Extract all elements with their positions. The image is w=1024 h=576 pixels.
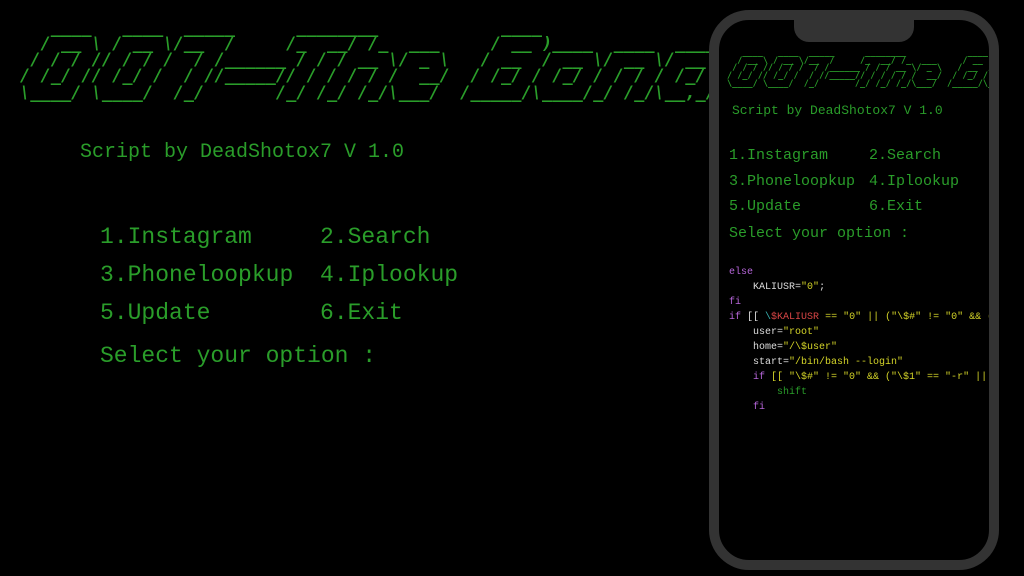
code-string: "root": [783, 327, 819, 338]
phone-notch: [794, 20, 914, 42]
menu-row: 5.Update 6.Exit: [729, 194, 981, 220]
menu-item-instagram[interactable]: 1.Instagram: [729, 143, 869, 169]
phone-ascii-banner: ____ ____ _____ ________ ____ __ / __ \ …: [727, 50, 981, 88]
phone-screen: ____ ____ _____ ________ ____ __ / __ \ …: [719, 20, 989, 560]
menu-item-phonelookup[interactable]: 3.Phoneloopkup: [729, 169, 869, 195]
menu-item-phonelookup[interactable]: 3.Phoneloopkup: [100, 257, 320, 295]
menu-item-iplookup[interactable]: 4.Iplookup: [869, 169, 959, 195]
script-author-line: Script by DeadShotox7 V 1.0: [80, 141, 700, 164]
menu-row: 3.Phoneloopkup 4.Iplookup: [100, 257, 700, 295]
phone-code-block: else KALIUSR="0"; fi if [[ \$KALIUSR == …: [729, 250, 981, 430]
code-keyword: shift: [777, 387, 807, 398]
menu-item-instagram[interactable]: 1.Instagram: [100, 219, 320, 257]
menu-item-update[interactable]: 5.Update: [729, 194, 869, 220]
menu-item-search[interactable]: 2.Search: [320, 219, 700, 257]
phone-script-author-line: Script by DeadShotox7 V 1.0: [732, 103, 981, 118]
menu-row: 1.Instagram 2.Search: [100, 219, 700, 257]
code-keyword: else: [729, 267, 753, 278]
code-keyword: if: [729, 312, 741, 323]
phone-mockup: ____ ____ _____ ________ ____ __ / __ \ …: [709, 10, 999, 570]
menu-item-search[interactable]: 2.Search: [869, 143, 941, 169]
menu: 1.Instagram 2.Search 3.Phoneloopkup 4.Ip…: [100, 219, 700, 333]
menu-item-iplookup[interactable]: 4.Iplookup: [320, 257, 700, 295]
code-keyword: if: [753, 372, 765, 383]
code-var: KALIUSR: [753, 282, 795, 293]
code-string: "0": [801, 282, 819, 293]
phone-menu: 1.Instagram 2.Search 3.Phoneloopkup 4.Ip…: [729, 143, 981, 220]
code-string: "/bin/bash --login": [789, 357, 903, 368]
select-prompt[interactable]: Select your option :: [100, 343, 700, 369]
ascii-banner: ____ ____ _____ ________ ____ __ / __ \ …: [20, 20, 700, 101]
menu-item-update[interactable]: 5.Update: [100, 295, 320, 333]
menu-row: 5.Update 6.Exit: [100, 295, 700, 333]
menu-item-exit[interactable]: 6.Exit: [320, 295, 700, 333]
menu-row: 1.Instagram 2.Search: [729, 143, 981, 169]
menu-row: 3.Phoneloopkup 4.Iplookup: [729, 169, 981, 195]
main-terminal: ____ ____ _____ ________ ____ __ / __ \ …: [20, 20, 700, 369]
phone-select-prompt[interactable]: Select your option :: [729, 225, 981, 242]
menu-item-exit[interactable]: 6.Exit: [869, 194, 923, 220]
code-keyword: fi: [729, 297, 741, 308]
code-var: $KALIUSR: [771, 312, 819, 323]
code-keyword: fi: [753, 402, 765, 413]
code-string: "/\$user": [783, 342, 837, 353]
